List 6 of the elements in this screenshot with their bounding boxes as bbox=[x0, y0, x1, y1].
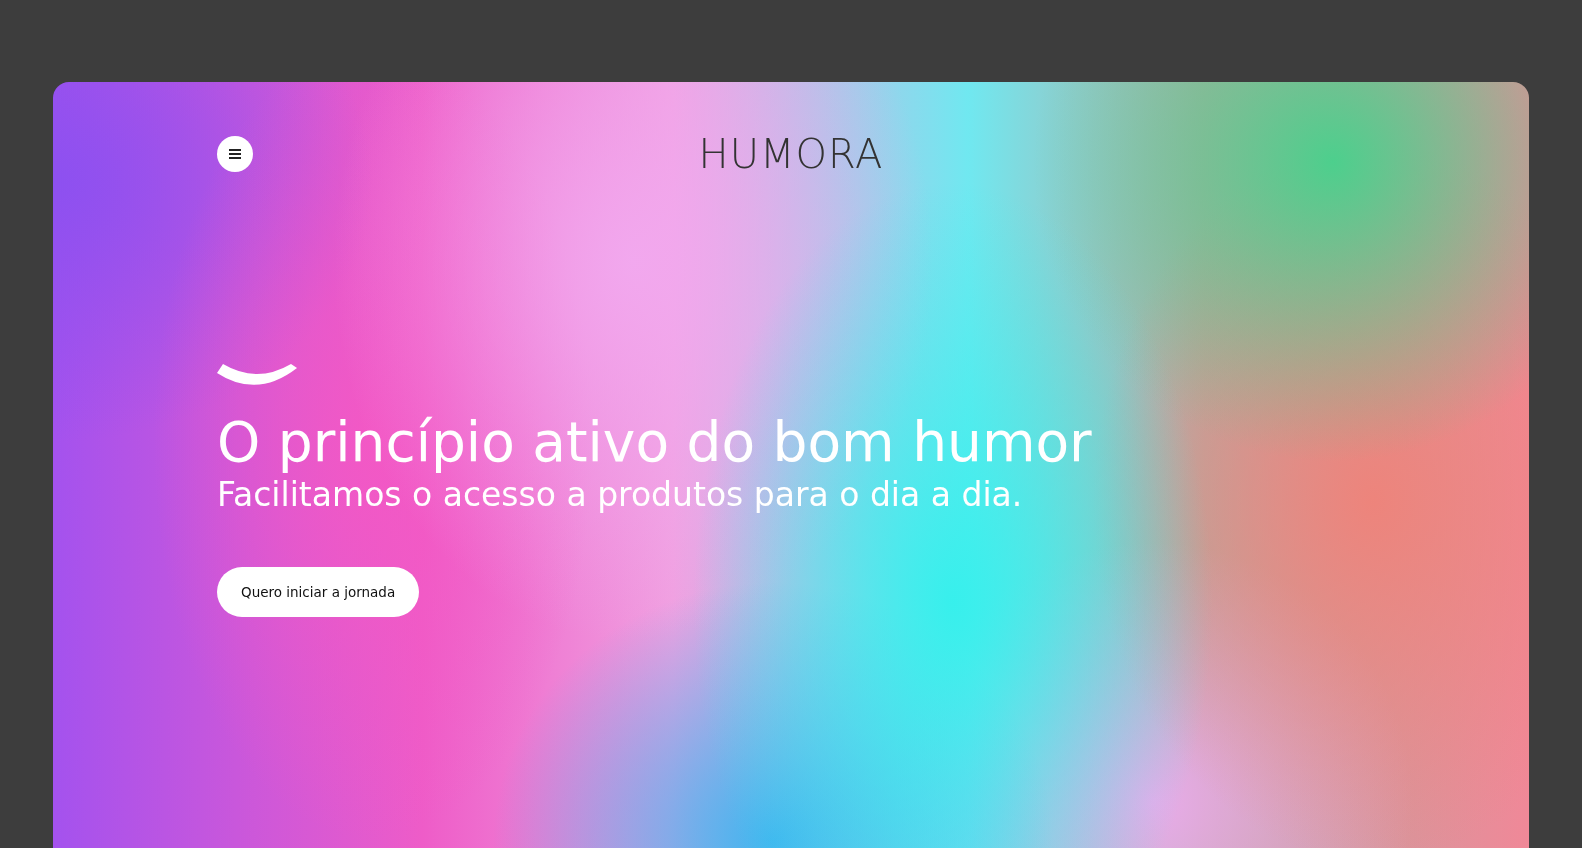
menu-button[interactable] bbox=[217, 136, 253, 172]
logo: HUMORA bbox=[698, 134, 884, 174]
start-journey-button[interactable]: Quero iniciar a jornada bbox=[217, 566, 420, 617]
hero-title: O princípio ativo do bom humor bbox=[217, 409, 1092, 475]
hero-subtitle: Facilitamos o acesso a produtos para o dia a dia. bbox=[217, 475, 1023, 515]
menu-icon bbox=[229, 149, 241, 159]
